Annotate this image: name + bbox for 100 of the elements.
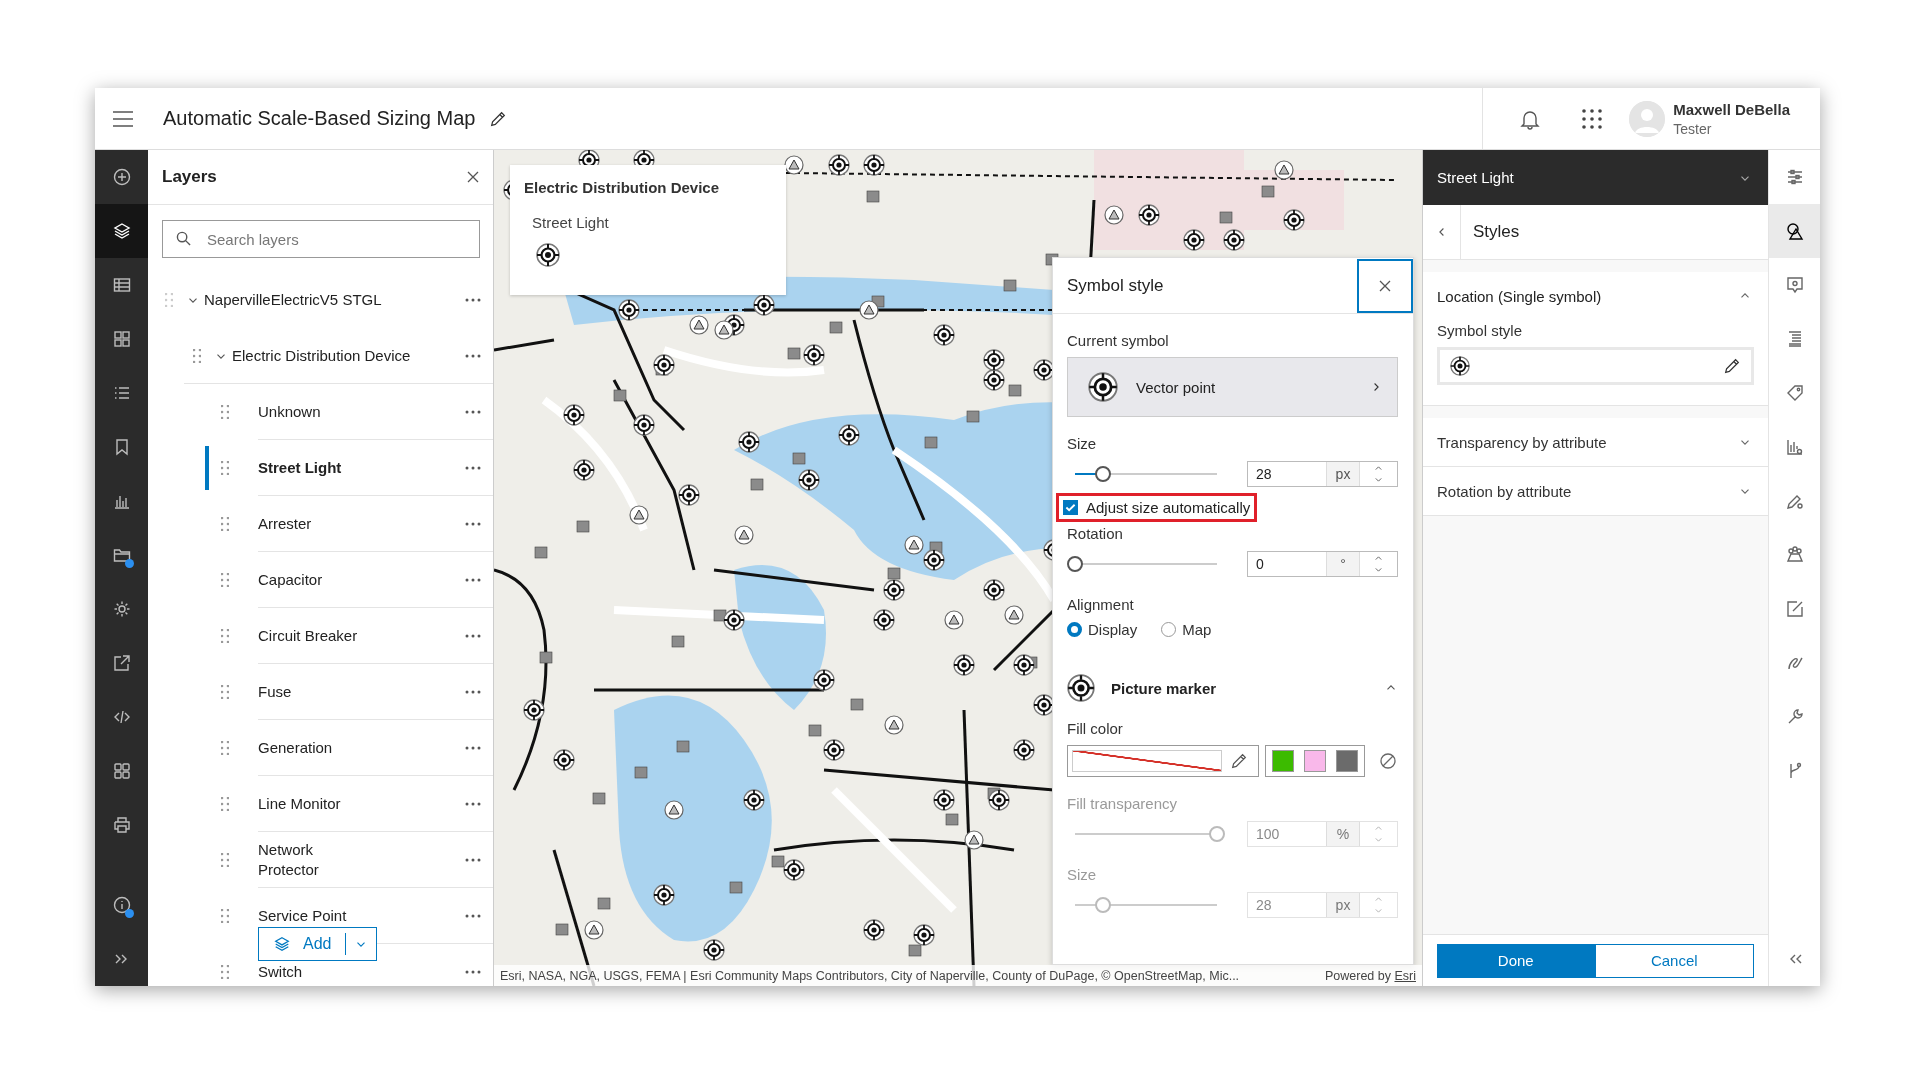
drag-handle-icon[interactable] bbox=[221, 909, 229, 923]
drag-handle-icon[interactable] bbox=[221, 741, 229, 755]
section-header[interactable]: Rotation by attribute bbox=[1423, 467, 1768, 515]
field-label: Current symbol bbox=[1067, 332, 1170, 349]
building bbox=[771, 855, 785, 868]
more-options-icon[interactable] bbox=[465, 857, 481, 862]
section-header[interactable]: Transparency by attribute bbox=[1423, 418, 1768, 466]
user-name: Maxwell DeBella bbox=[1673, 100, 1790, 118]
esri-link[interactable]: Esri bbox=[1394, 968, 1416, 983]
drag-handle-icon[interactable] bbox=[193, 348, 201, 363]
form-edit-icon[interactable] bbox=[1784, 599, 1805, 619]
crosshair-symbol bbox=[823, 739, 845, 761]
crosshair-symbol bbox=[838, 424, 860, 446]
layer-name[interactable]: Network Protector bbox=[258, 840, 373, 879]
grid-icon[interactable] bbox=[111, 761, 132, 781]
drag-handle-icon[interactable] bbox=[221, 573, 229, 587]
layer-name[interactable]: Circuit Breaker bbox=[258, 625, 358, 646]
layer-name[interactable]: Switch bbox=[258, 961, 303, 982]
alignment-radio[interactable]: Map bbox=[1161, 621, 1212, 638]
drag-handle-icon[interactable] bbox=[221, 797, 229, 811]
no-color-icon[interactable] bbox=[1379, 752, 1397, 770]
field-label: Size bbox=[1067, 866, 1098, 883]
layer-selector[interactable]: Street Light bbox=[1423, 150, 1768, 205]
current-symbol-button[interactable]: Vector point bbox=[1067, 357, 1398, 417]
more-options-icon[interactable] bbox=[465, 913, 481, 918]
drag-handle-icon[interactable] bbox=[221, 685, 229, 699]
menu-icon[interactable] bbox=[112, 109, 134, 128]
more-options-icon[interactable] bbox=[465, 801, 481, 806]
pencil-icon[interactable] bbox=[1230, 752, 1248, 770]
panel-title: Layers bbox=[162, 167, 217, 187]
drag-handle-icon[interactable] bbox=[221, 965, 229, 979]
app-launcher-icon[interactable] bbox=[1582, 108, 1603, 129]
cancel-button[interactable]: Cancel bbox=[1594, 943, 1754, 978]
more-options-icon[interactable] bbox=[465, 465, 481, 470]
more-options-icon[interactable] bbox=[465, 633, 481, 638]
radio-button[interactable] bbox=[1161, 622, 1177, 637]
field-label: Fill transparency bbox=[1067, 795, 1179, 812]
building bbox=[597, 897, 611, 910]
close-icon[interactable] bbox=[467, 171, 479, 183]
layer-name[interactable]: Service Point bbox=[258, 905, 347, 926]
drag-handle-icon[interactable] bbox=[165, 293, 173, 307]
more-options-icon[interactable] bbox=[465, 969, 481, 974]
crosshair-symbol bbox=[653, 884, 675, 906]
more-options-icon[interactable] bbox=[465, 409, 481, 414]
symbol-style-field[interactable] bbox=[1437, 347, 1754, 385]
building bbox=[866, 190, 880, 203]
slider-thumb[interactable] bbox=[1095, 466, 1112, 482]
crosshair-symbol bbox=[983, 369, 1005, 391]
crosshair-symbol bbox=[1013, 654, 1035, 676]
crosshair-symbol bbox=[703, 939, 725, 961]
share-icon[interactable] bbox=[111, 653, 132, 673]
shapes-icon[interactable] bbox=[1784, 221, 1805, 241]
chart-gear-icon[interactable] bbox=[1784, 437, 1805, 457]
color-picker-field[interactable] bbox=[1067, 745, 1259, 777]
table-icon[interactable] bbox=[111, 275, 132, 295]
drag-handle-icon[interactable] bbox=[221, 629, 229, 643]
edit-symbol-icon[interactable] bbox=[1723, 357, 1741, 375]
color-swatch[interactable] bbox=[1304, 750, 1326, 772]
layer-name[interactable]: Arrester bbox=[258, 513, 312, 534]
layer-name[interactable]: Unknown bbox=[258, 401, 321, 422]
section-header[interactable]: Location (Single symbol) bbox=[1423, 272, 1768, 320]
slider-thumb[interactable] bbox=[1067, 556, 1083, 572]
more-options-icon[interactable] bbox=[465, 689, 481, 694]
layer-name[interactable]: Fuse bbox=[258, 681, 292, 702]
info-icon[interactable] bbox=[111, 895, 132, 915]
group-layer-name[interactable]: NapervilleElectricV5 STGL bbox=[204, 284, 382, 316]
group-layer-name[interactable]: Electric Distribution Device bbox=[232, 339, 411, 372]
drag-handle-icon[interactable] bbox=[221, 517, 229, 531]
building bbox=[539, 651, 553, 664]
edit-title-icon[interactable] bbox=[489, 109, 508, 128]
cluster-icon[interactable] bbox=[1784, 545, 1805, 565]
color-swatch[interactable] bbox=[1336, 750, 1358, 772]
drag-handle-icon[interactable] bbox=[221, 461, 229, 475]
more-options-icon[interactable] bbox=[465, 353, 481, 358]
layers-icon[interactable] bbox=[111, 221, 132, 241]
search-field[interactable]: Search layers bbox=[162, 220, 480, 258]
field-label: Fill color bbox=[1067, 720, 1124, 737]
alignment-radio[interactable]: Display bbox=[1067, 621, 1138, 638]
more-options-icon[interactable] bbox=[465, 577, 481, 582]
more-options-icon[interactable] bbox=[465, 521, 481, 526]
layer-name[interactable]: Generation bbox=[258, 737, 333, 758]
basemap-icon[interactable] bbox=[111, 329, 132, 349]
crosshair-symbol bbox=[983, 349, 1005, 371]
more-options-icon[interactable] bbox=[465, 745, 481, 750]
done-button[interactable]: Done bbox=[1437, 943, 1595, 978]
add-icon[interactable] bbox=[111, 167, 132, 187]
color-swatch[interactable] bbox=[1272, 750, 1294, 772]
user-role: Tester bbox=[1673, 120, 1713, 137]
adjust-size-checkbox[interactable]: Adjust size automatically bbox=[1059, 496, 1255, 519]
drag-handle-icon[interactable] bbox=[221, 405, 229, 419]
panel-title: Styles bbox=[1472, 222, 1520, 242]
layer-name[interactable]: Street Light bbox=[258, 457, 342, 478]
speech-bubble-icon[interactable] bbox=[1784, 275, 1805, 295]
more-options-icon[interactable] bbox=[465, 298, 481, 302]
printer-icon[interactable] bbox=[111, 815, 132, 835]
radio-button[interactable] bbox=[1067, 622, 1082, 637]
drag-handle-icon[interactable] bbox=[221, 853, 229, 867]
layer-name[interactable]: Line Monitor bbox=[258, 793, 341, 814]
close-button[interactable] bbox=[1357, 258, 1413, 313]
layer-name[interactable]: Capacitor bbox=[258, 569, 323, 590]
